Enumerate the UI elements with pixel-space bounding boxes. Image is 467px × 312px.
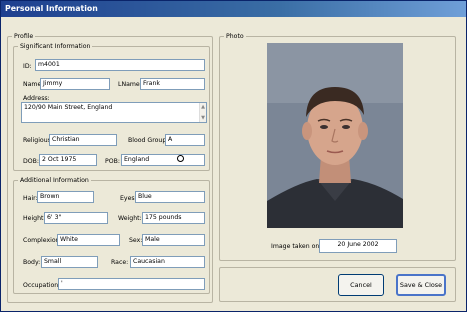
sex-field[interactable]: Male — [142, 234, 205, 246]
additional-information-legend: Additional Information — [20, 177, 89, 184]
lname-label: LName: — [118, 81, 142, 88]
dob-field[interactable]: 2 Oct 1975 — [39, 154, 97, 166]
body-label: Body: — [23, 259, 41, 266]
address-value: 120/90 Main Street, England — [24, 104, 113, 111]
address-field[interactable]: 120/90 Main Street, England ▲ ▼ — [21, 102, 207, 123]
hair-field[interactable]: Brown — [37, 191, 94, 203]
scroll-up-icon[interactable]: ▲ — [200, 104, 206, 110]
height-label: Height: — [23, 215, 46, 222]
dob-label: DOB: — [23, 158, 39, 165]
weight-field[interactable]: 175 pounds — [142, 212, 205, 224]
complexion-label: Complexion: — [23, 237, 62, 244]
id-label: ID: — [23, 63, 32, 70]
pob-field[interactable]: England — [121, 154, 205, 166]
personal-information-window: Personal Information Profile Significant… — [0, 0, 467, 312]
scroll-down-icon[interactable]: ▼ — [200, 115, 206, 121]
person-photo — [267, 43, 403, 228]
race-label: Race: — [111, 259, 129, 266]
hair-label: Hair: — [23, 195, 38, 202]
image-taken-label: Image taken on: — [271, 243, 322, 250]
pob-label: POB: — [105, 158, 120, 165]
occupations-field[interactable]: ' — [58, 278, 205, 290]
address-scrollbar[interactable]: ▲ ▼ — [199, 103, 206, 122]
photo-legend: Photo — [226, 33, 244, 40]
significant-information-legend: Significant Information — [20, 43, 91, 50]
body-field[interactable]: Small — [41, 256, 98, 268]
eyes-field[interactable]: Blue — [135, 191, 205, 203]
profile-legend: Profile — [14, 33, 34, 40]
name-field[interactable]: Jimmy — [40, 78, 110, 90]
cancel-button[interactable]: Cancel — [338, 274, 384, 296]
lname-field[interactable]: Frank — [140, 78, 205, 90]
save-close-button[interactable]: Save & Close — [396, 274, 446, 296]
blood-group-field[interactable]: A — [165, 134, 205, 146]
cursor-circle-icon — [177, 155, 184, 162]
religious-field[interactable]: Christian — [49, 134, 117, 146]
complexion-field[interactable]: White — [57, 234, 120, 246]
weight-label: Weight: — [118, 215, 142, 222]
id-field[interactable]: m4001 — [35, 59, 205, 71]
height-field[interactable]: 6' 3" — [44, 212, 108, 224]
blood-group-label: Blood Group: — [128, 137, 169, 144]
image-taken-field[interactable]: 20 June 2002 — [319, 239, 397, 253]
race-field[interactable]: Caucasian — [130, 256, 205, 268]
window-title: Personal Information — [1, 1, 466, 17]
sex-label: Sex: — [129, 237, 143, 244]
address-label: Address: — [23, 95, 50, 102]
